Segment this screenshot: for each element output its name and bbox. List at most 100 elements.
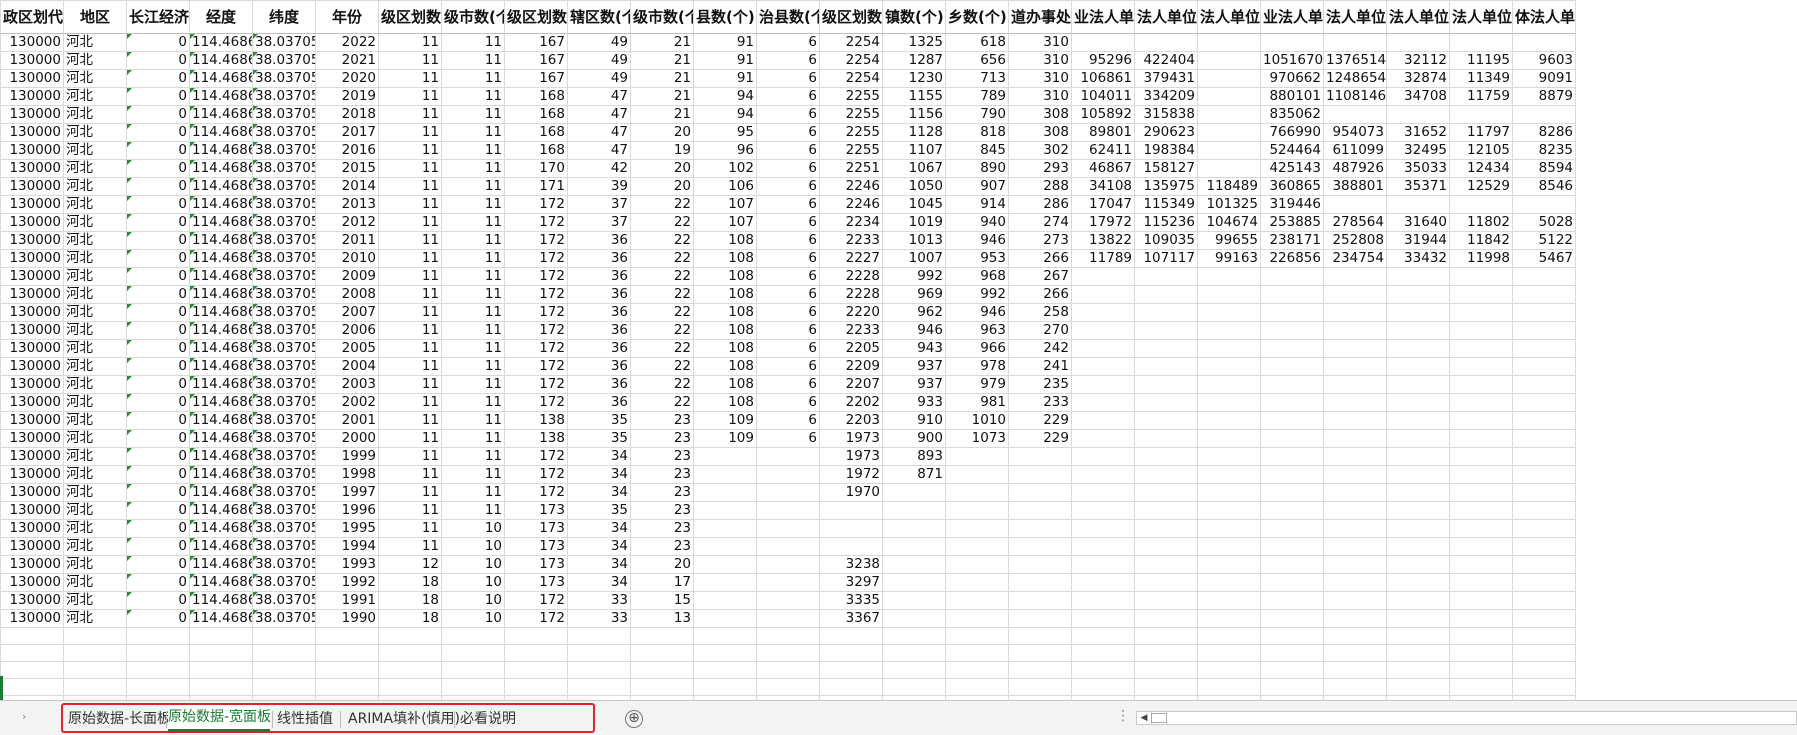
- table-cell[interactable]: [1449, 591, 1513, 610]
- table-cell[interactable]: 114.4686: [189, 249, 253, 268]
- table-cell[interactable]: [1071, 661, 1135, 679]
- table-cell[interactable]: [504, 678, 568, 696]
- table-cell[interactable]: 310: [1008, 51, 1072, 70]
- table-cell[interactable]: 310: [1008, 87, 1072, 106]
- table-cell[interactable]: 107: [693, 213, 757, 232]
- table-cell[interactable]: [1323, 501, 1387, 520]
- table-cell[interactable]: 766990: [1260, 123, 1324, 142]
- table-cell[interactable]: [1512, 661, 1576, 679]
- table-cell[interactable]: 15: [630, 591, 694, 610]
- table-cell[interactable]: [1008, 573, 1072, 592]
- table-cell[interactable]: [126, 644, 190, 662]
- table-cell[interactable]: 8594: [1512, 159, 1576, 178]
- table-cell[interactable]: 38.037057: [252, 411, 316, 430]
- table-cell[interactable]: 2246: [819, 195, 883, 214]
- table-cell[interactable]: [567, 678, 631, 696]
- table-cell[interactable]: 11: [378, 357, 442, 376]
- table-cell[interactable]: 114.4686: [189, 483, 253, 502]
- table-cell[interactable]: [1071, 555, 1135, 574]
- data-table[interactable]: 政区划代地区长江经济带经度纬度年份级区划数(级市数(个级区划数(辖区数(个级市数…: [0, 0, 1576, 700]
- table-cell[interactable]: 38.037057: [252, 177, 316, 196]
- table-cell[interactable]: 130000: [0, 339, 64, 358]
- table-cell[interactable]: [945, 591, 1009, 610]
- table-cell[interactable]: [1071, 303, 1135, 322]
- table-cell[interactable]: 970662: [1260, 69, 1324, 88]
- table-cell[interactable]: [1323, 609, 1387, 628]
- table-cell[interactable]: 0: [126, 267, 190, 286]
- table-cell[interactable]: 河北: [63, 141, 127, 160]
- table-cell[interactable]: 2000: [315, 429, 379, 448]
- table-cell[interactable]: 0: [126, 321, 190, 340]
- table-cell[interactable]: [1197, 429, 1261, 448]
- table-cell[interactable]: 130000: [0, 483, 64, 502]
- table-cell[interactable]: 168: [504, 141, 568, 160]
- table-cell[interactable]: 1019: [882, 213, 946, 232]
- table-cell[interactable]: 6: [756, 51, 820, 70]
- table-cell[interactable]: 114.4686: [189, 429, 253, 448]
- table-cell[interactable]: 108: [693, 357, 757, 376]
- table-cell[interactable]: [882, 661, 946, 679]
- column-header[interactable]: 法人单位数: [1449, 0, 1513, 34]
- table-row[interactable]: 130000河北0114.468638.03705720221111167492…: [0, 33, 1576, 52]
- table-cell[interactable]: 12: [378, 555, 442, 574]
- table-cell[interactable]: 114.4686: [189, 33, 253, 52]
- table-cell[interactable]: [1323, 195, 1387, 214]
- column-header[interactable]: 辖区数(个: [567, 0, 631, 34]
- table-cell[interactable]: 34708: [1386, 87, 1450, 106]
- table-cell[interactable]: 38.037057: [252, 105, 316, 124]
- table-cell[interactable]: 118489: [1197, 177, 1261, 196]
- table-cell[interactable]: 114.4686: [189, 285, 253, 304]
- table-cell[interactable]: 6: [756, 195, 820, 214]
- table-row[interactable]: 130000河北0114.468638.03705720111111172362…: [0, 231, 1576, 250]
- table-cell[interactable]: [1449, 447, 1513, 466]
- table-cell[interactable]: [1449, 33, 1513, 52]
- table-cell[interactable]: 49: [567, 69, 631, 88]
- table-cell[interactable]: [1323, 627, 1387, 645]
- table-cell[interactable]: 109035: [1134, 231, 1198, 250]
- table-cell[interactable]: 18: [378, 573, 442, 592]
- table-cell[interactable]: 1997: [315, 483, 379, 502]
- table-row[interactable]: 130000河北0114.468638.03705720091111172362…: [0, 267, 1576, 286]
- table-cell[interactable]: 36: [567, 321, 631, 340]
- table-cell[interactable]: [1260, 644, 1324, 662]
- table-cell[interactable]: 6: [756, 33, 820, 52]
- table-row[interactable]: 130000河北0114.468638.03705720031111172362…: [0, 375, 1576, 394]
- table-cell[interactable]: 0: [126, 213, 190, 232]
- table-cell[interactable]: 2233: [819, 321, 883, 340]
- table-cell[interactable]: [756, 678, 820, 696]
- table-cell[interactable]: 11: [441, 447, 505, 466]
- table-cell[interactable]: 49: [567, 33, 631, 52]
- table-cell[interactable]: 992: [882, 267, 946, 286]
- table-cell[interactable]: 114.4686: [189, 231, 253, 250]
- table-cell[interactable]: [1512, 501, 1576, 520]
- table-cell[interactable]: [1323, 393, 1387, 412]
- table-cell[interactable]: 2010: [315, 249, 379, 268]
- table-cell[interactable]: 河北: [63, 519, 127, 538]
- table-cell[interactable]: 38.037057: [252, 501, 316, 520]
- table-cell[interactable]: [1197, 465, 1261, 484]
- table-cell[interactable]: 11: [441, 33, 505, 52]
- table-cell[interactable]: [1134, 321, 1198, 340]
- table-cell[interactable]: [252, 678, 316, 696]
- table-cell[interactable]: [693, 644, 757, 662]
- table-cell[interactable]: 2007: [315, 303, 379, 322]
- table-cell[interactable]: [1071, 285, 1135, 304]
- table-row[interactable]: 130000河北0114.468638.03705719911810172331…: [0, 591, 1576, 610]
- table-cell[interactable]: 0: [126, 573, 190, 592]
- table-cell[interactable]: 130000: [0, 195, 64, 214]
- table-cell[interactable]: 966: [945, 339, 1009, 358]
- table-cell[interactable]: 34108: [1071, 177, 1135, 196]
- table-cell[interactable]: 11: [441, 213, 505, 232]
- table-cell[interactable]: [1260, 678, 1324, 696]
- table-cell[interactable]: 23: [630, 501, 694, 520]
- table-cell[interactable]: 38.037057: [252, 51, 316, 70]
- table-cell[interactable]: [819, 644, 883, 662]
- table-cell[interactable]: 167: [504, 51, 568, 70]
- table-cell[interactable]: 173: [504, 519, 568, 538]
- table-cell[interactable]: 23: [630, 411, 694, 430]
- table-cell[interactable]: [1449, 339, 1513, 358]
- table-cell[interactable]: [1386, 573, 1450, 592]
- table-cell[interactable]: 168: [504, 87, 568, 106]
- table-cell[interactable]: 108: [693, 267, 757, 286]
- table-cell[interactable]: [756, 465, 820, 484]
